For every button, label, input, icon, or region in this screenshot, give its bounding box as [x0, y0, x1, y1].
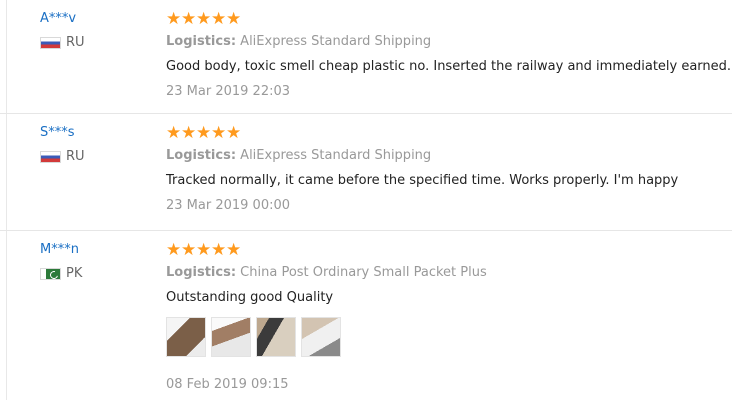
- review-item: S***s RU ★ ★ ★ ★ ★ Logistics: AliExpress…: [0, 114, 732, 231]
- review-photos: [166, 317, 726, 357]
- review-date: 23 Mar 2019 00:00: [166, 198, 291, 213]
- reviews-page: A***v RU ★ ★ ★ ★ ★ Logistics: AliExpress…: [0, 0, 732, 400]
- star-icon: ★: [226, 9, 242, 29]
- buyer-info: A***v RU: [40, 10, 150, 51]
- buyer-name-link[interactable]: S***s: [40, 124, 150, 142]
- buyer-info: M***n PK: [40, 241, 150, 282]
- review-comment: Good body, toxic smell cheap plastic no.…: [166, 59, 732, 74]
- review-photo-thumbnail[interactable]: [166, 317, 206, 357]
- review-content: ★ ★ ★ ★ ★ Logistics: AliExpress Standard…: [166, 10, 732, 100]
- logistics-info: Logistics: AliExpress Standard Shipping: [166, 34, 726, 50]
- star-icon: ★: [196, 9, 212, 29]
- review-photo-thumbnail[interactable]: [256, 317, 296, 357]
- star-icon: ★: [166, 240, 182, 260]
- star-icon: ★: [226, 240, 242, 260]
- star-icon: ★: [211, 123, 227, 143]
- logistics-value: AliExpress Standard Shipping: [240, 34, 432, 49]
- logistics-label: Logistics:: [166, 148, 237, 163]
- review-date: 23 Mar 2019 22:03: [166, 84, 291, 99]
- star-rating: ★ ★ ★ ★ ★: [166, 241, 726, 261]
- review-item: A***v RU ★ ★ ★ ★ ★ Logistics: AliExpress…: [0, 0, 732, 114]
- star-icon: ★: [211, 240, 227, 260]
- buyer-name-link[interactable]: A***v: [40, 10, 150, 28]
- logistics-info: Logistics: AliExpress Standard Shipping: [166, 148, 726, 164]
- star-icon: ★: [166, 9, 182, 29]
- star-rating: ★ ★ ★ ★ ★: [166, 124, 726, 144]
- review-comment: Tracked normally, it came before the spe…: [166, 173, 679, 188]
- buyer-country: RU: [40, 149, 150, 165]
- country-code: RU: [66, 149, 85, 164]
- buyer-info: S***s RU: [40, 124, 150, 165]
- pakistan-flag-icon: [40, 268, 61, 280]
- buyer-country: RU: [40, 35, 150, 51]
- review-content: ★ ★ ★ ★ ★ Logistics: China Post Ordinary…: [166, 241, 726, 393]
- star-icon: ★: [181, 123, 197, 143]
- logistics-value: China Post Ordinary Small Packet Plus: [240, 265, 487, 280]
- star-icon: ★: [211, 9, 227, 29]
- russia-flag-icon: [40, 151, 61, 163]
- review-comment: Outstanding good Quality: [166, 290, 334, 305]
- star-rating: ★ ★ ★ ★ ★: [166, 10, 726, 30]
- review-photo-thumbnail[interactable]: [301, 317, 341, 357]
- review-photo-thumbnail[interactable]: [211, 317, 251, 357]
- logistics-value: AliExpress Standard Shipping: [240, 148, 432, 163]
- logistics-label: Logistics:: [166, 34, 237, 49]
- buyer-name-link[interactable]: M***n: [40, 241, 150, 259]
- country-code: RU: [66, 35, 85, 50]
- russia-flag-icon: [40, 37, 61, 49]
- logistics-info: Logistics: China Post Ordinary Small Pac…: [166, 265, 726, 281]
- star-icon: ★: [196, 123, 212, 143]
- country-code: PK: [66, 266, 83, 281]
- buyer-country: PK: [40, 266, 150, 282]
- logistics-label: Logistics:: [166, 265, 237, 280]
- review-item: M***n PK ★ ★ ★ ★ ★ Logistics: China Post…: [0, 231, 732, 400]
- review-content: ★ ★ ★ ★ ★ Logistics: AliExpress Standard…: [166, 124, 726, 214]
- star-icon: ★: [226, 123, 242, 143]
- star-icon: ★: [181, 240, 197, 260]
- star-icon: ★: [196, 240, 212, 260]
- review-date: 08 Feb 2019 09:15: [166, 377, 289, 392]
- star-icon: ★: [166, 123, 182, 143]
- star-icon: ★: [181, 9, 197, 29]
